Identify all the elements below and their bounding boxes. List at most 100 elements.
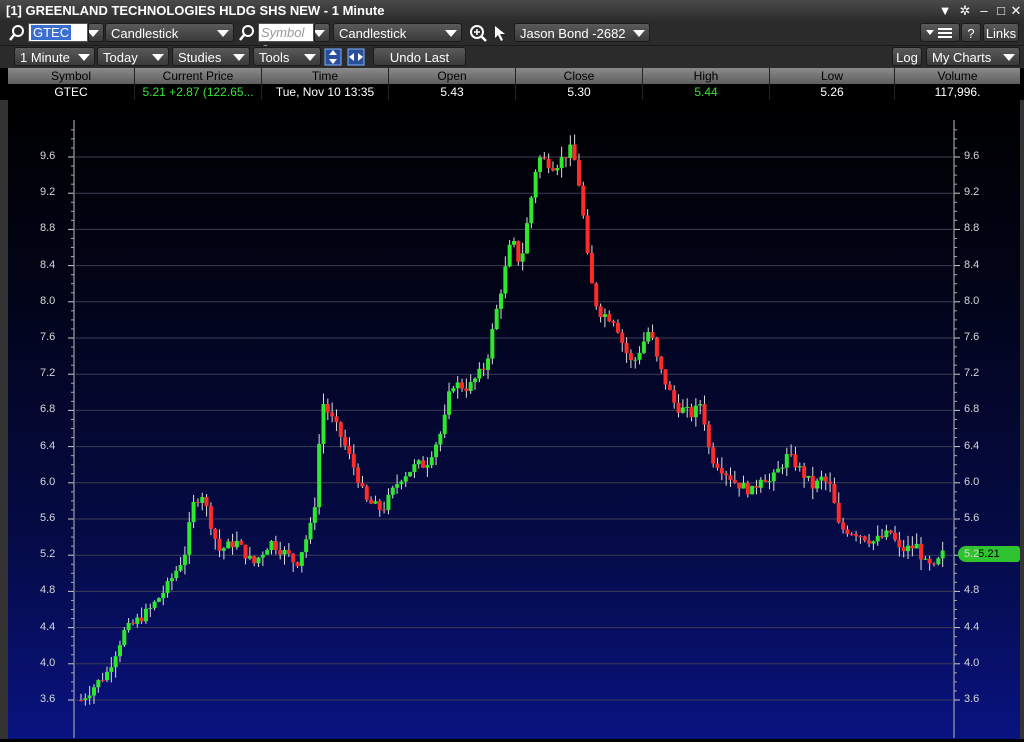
y-tick-label-left: 8.8 [40,222,56,235]
zoom-icon[interactable] [469,24,487,42]
candle-down [360,482,365,487]
window-menu-icon[interactable]: ▼ [937,2,953,19]
cursor-link-icon[interactable] [492,24,510,42]
candle-down [239,540,244,545]
minimize-icon[interactable]: – [976,2,992,19]
candle-up [633,359,638,361]
candle-down [919,543,924,560]
candle-up [113,656,118,668]
horizontal-zoom-icon[interactable] [347,48,365,66]
quote-time: Tue, Nov 10 13:35 [262,84,389,100]
candle-up [256,557,261,564]
candle-up [299,552,304,566]
symbol2-dropdown-button[interactable] [314,23,330,42]
candlestick-plot[interactable] [8,100,1020,739]
log-scale-button[interactable]: Log [892,47,922,66]
column-header[interactable]: High [643,68,770,84]
candle-up [135,617,140,624]
candle-down [719,467,724,474]
candle-down [711,447,716,464]
candle-up [499,293,504,309]
candle-up [559,157,564,169]
account-select[interactable]: Jason Bond -2682 [514,23,650,42]
chart-type-select-1[interactable]: Candlestick [105,23,234,42]
column-header[interactable]: Volume [895,68,1020,84]
chart-type-select-2[interactable]: Candlestick [333,23,462,42]
vertical-zoom-icon[interactable] [324,48,342,66]
column-header[interactable]: Current Price [135,68,262,84]
maximize-icon[interactable]: □ [993,2,1009,19]
search-icon[interactable] [238,24,256,42]
candle-up [104,671,109,681]
y-tick-label-right: 4.8 [964,584,980,597]
y-tick-label-left: 9.2 [40,186,56,199]
candle-up [425,465,430,468]
symbol-value: GTEC [31,25,72,40]
window-title: [1] GREENLAND TECHNOLOGIES HLDG SHS NEW … [6,3,385,18]
y-tick-label-right: 8.0 [964,294,980,307]
candle-up [680,407,685,413]
studies-menu[interactable]: Studies [172,47,250,66]
column-header[interactable]: Time [262,68,389,84]
candle-down [667,384,672,391]
candle-down [100,680,105,682]
candle-down [620,332,625,343]
candle-up [304,539,309,553]
candle-down [841,522,846,530]
candle-down [854,534,859,537]
candle-down [243,544,248,559]
candle-up [906,545,911,552]
tools-menu[interactable]: Tools [253,47,321,66]
close-icon[interactable]: ✕ [1008,2,1024,19]
candle-down [897,539,902,548]
column-header[interactable]: Open [389,68,516,84]
candle-down [702,404,707,425]
range-select[interactable]: Today [97,47,169,66]
candle-down [343,436,348,446]
layout-menu-button[interactable] [920,23,960,42]
candle-up [191,501,196,523]
column-header[interactable]: Low [770,68,895,84]
candle-up [646,332,651,342]
candle-up [126,622,131,631]
window-settings-icon[interactable]: ✲ [957,2,973,19]
candle-up [776,468,781,473]
candle-up [122,630,127,646]
column-header[interactable]: Close [516,68,643,84]
quote-row[interactable]: GTEC 5.21 +2.87 (122.65... Tue, Nov 10 1… [8,84,1020,100]
candle-down [659,356,664,370]
search-icon[interactable] [8,24,26,42]
candle-down [624,342,629,354]
candle-down [377,501,382,510]
candle-up [148,607,153,609]
candle-down [576,160,581,186]
column-header[interactable]: Symbol [8,68,135,84]
chart-type-2-label: Candlestick [339,26,407,41]
chevron-down-icon [633,30,645,37]
candle-up [568,144,573,159]
candle-down [213,528,218,539]
candle-up [512,241,516,245]
symbol-dropdown-button[interactable] [88,23,104,42]
candle-down [364,486,369,500]
undo-last-button[interactable]: Undo Last [373,47,466,66]
my-charts-menu[interactable]: My Charts [926,47,1020,66]
y-tick-label-left: 3.6 [40,693,56,705]
price-chart[interactable]: 5.21 3.6 3.6 4.0 4.0 4.4 4.4 4.8 4.8 5.2 5.2 5.6 5.… [8,100,1020,739]
y-tick-label-right: 7.2 [964,367,980,380]
quote-close: 5.30 [516,84,643,100]
candle-up [390,487,395,495]
help-button[interactable]: ? [961,23,981,42]
symbol2-input[interactable]: Symbol 2 [258,23,314,57]
y-tick-label-right: 5.6 [964,512,980,524]
links-button[interactable]: Links [983,23,1019,42]
candle-up [312,507,317,523]
candle-down [650,332,655,338]
candle-down [737,482,742,489]
candle-up [815,480,820,489]
symbol-input[interactable]: GTEC [28,23,88,42]
candle-down [823,476,828,482]
interval-select[interactable]: 1 Minute [14,47,95,66]
candle-up [317,443,322,508]
candle-up [247,556,252,559]
